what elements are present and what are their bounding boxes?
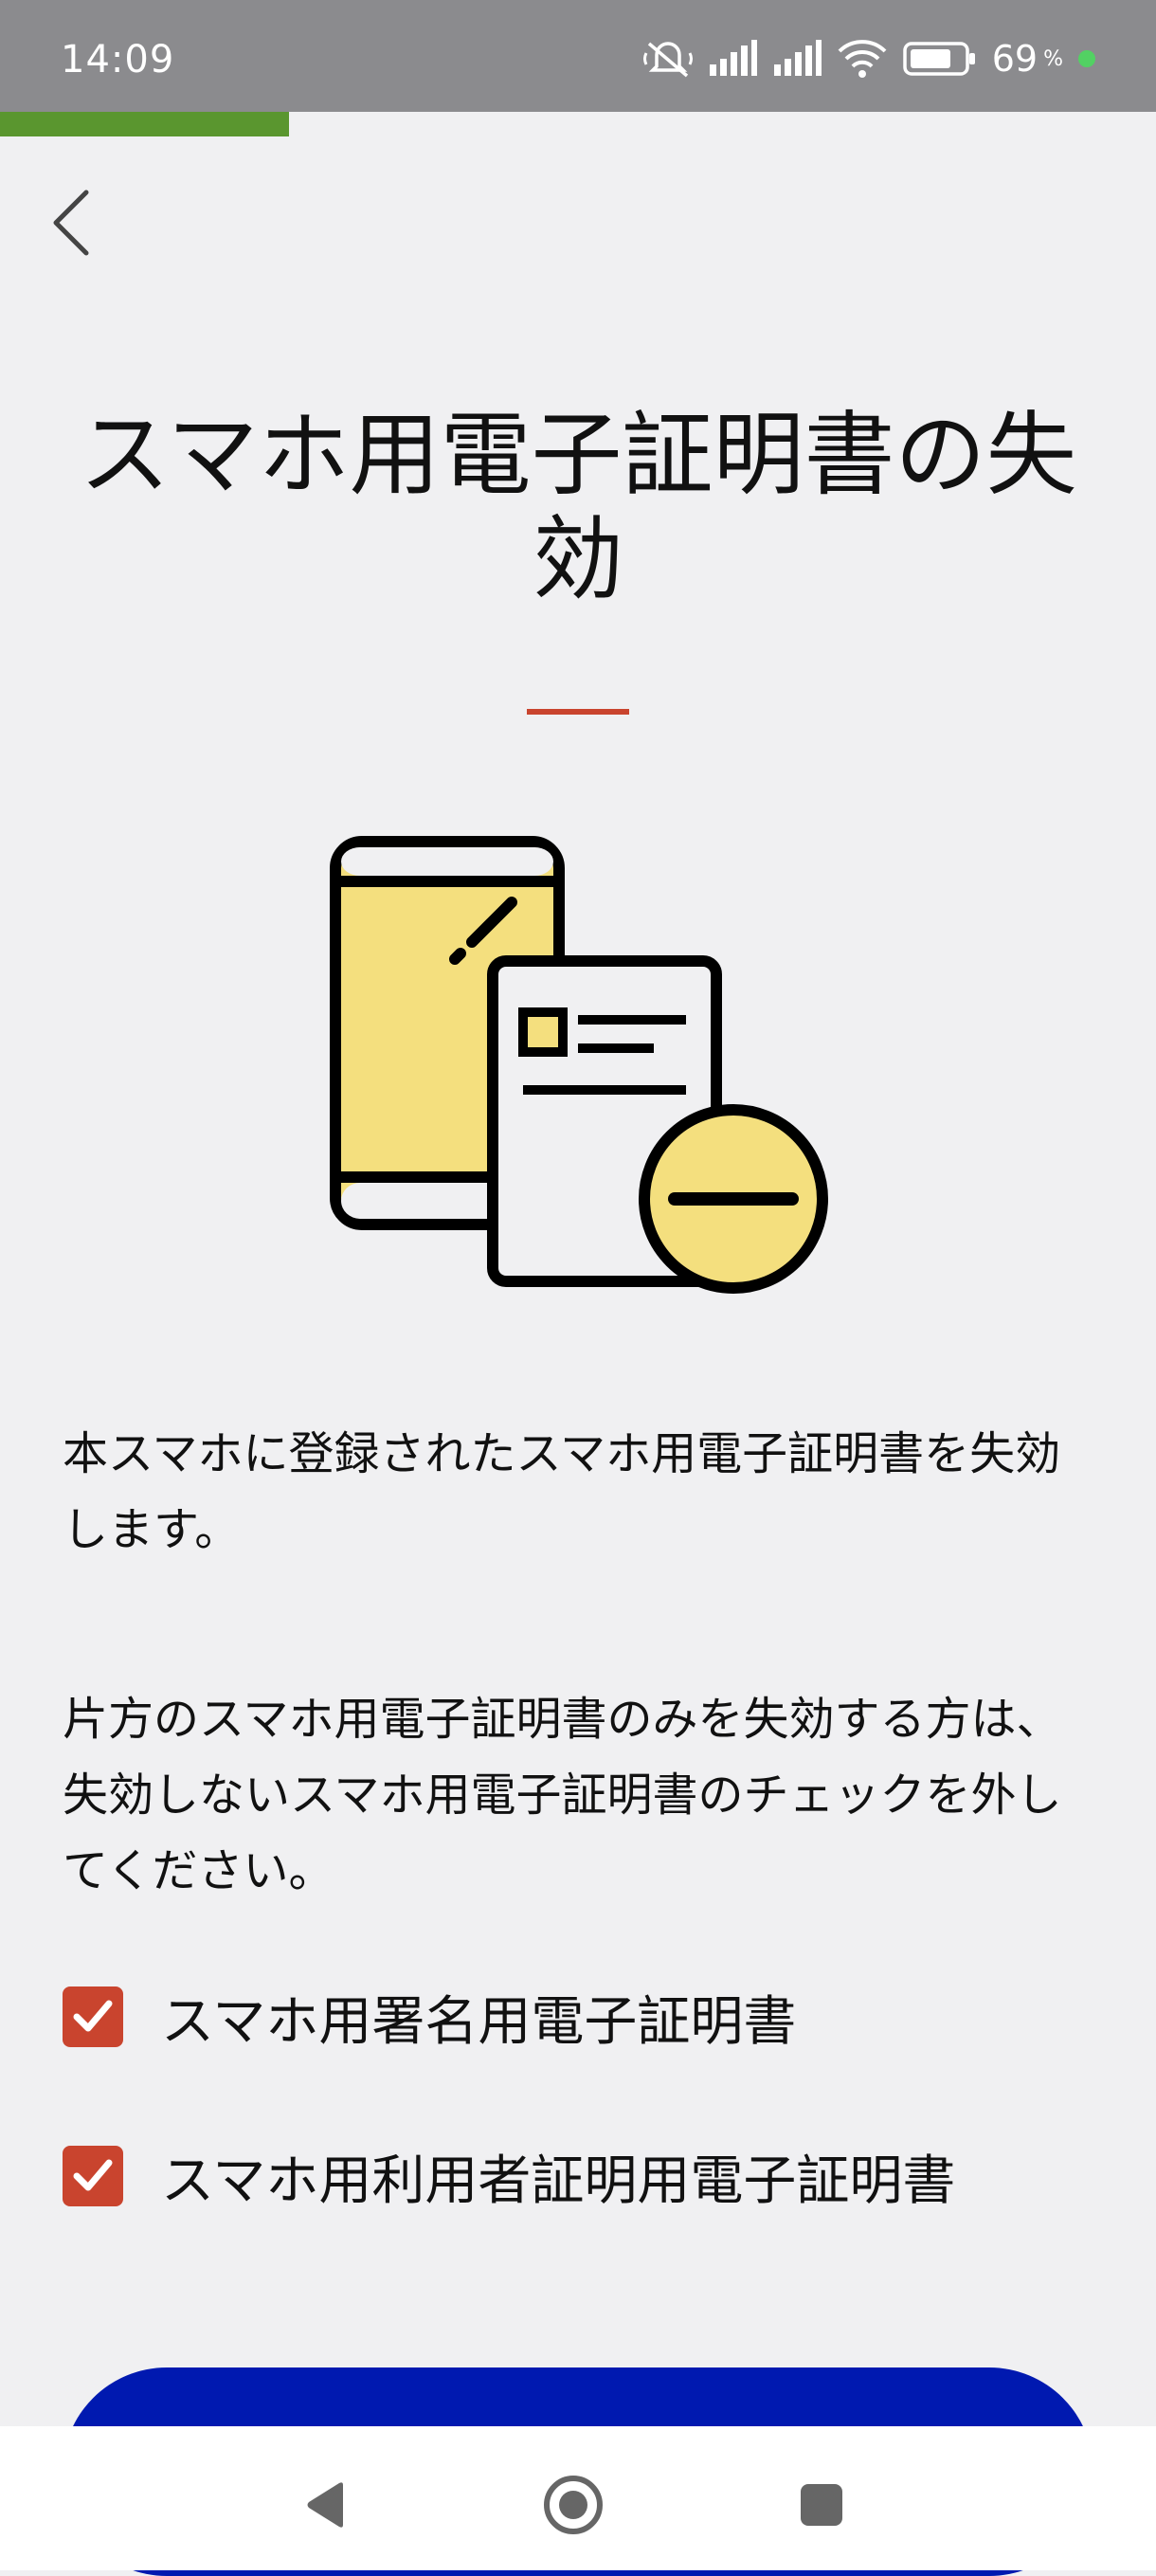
status-icons: 69 %: [642, 38, 1095, 80]
checkbox-checked[interactable]: [63, 2146, 123, 2206]
checkbox-signature-certificate[interactable]: スマホ用署名用電子証明書: [63, 1983, 796, 2053]
progress-bar: [0, 112, 1156, 136]
phone-certificate-revoke-icon: [322, 834, 834, 1308]
instruction-text: 片方のスマホ用電子証明書のみを失効する方は、失効しないスマホ用電子証明書のチェッ…: [63, 1693, 1062, 1897]
status-bar: 14:09 69 %: [0, 0, 1156, 112]
active-dot-icon: [1078, 50, 1095, 67]
progress-fill: [0, 112, 289, 136]
nav-recents-button[interactable]: [779, 2462, 864, 2548]
battery-icon: [902, 41, 977, 77]
chevron-left-icon: [53, 190, 89, 256]
checkmark-icon: [73, 2000, 113, 2032]
description-text: 本スマホに登録されたスマホ用電子証明書を失効します。: [63, 1427, 1061, 1556]
title-underline: [527, 709, 629, 715]
nav-back-icon: [307, 2482, 343, 2528]
status-time: 14:09: [61, 38, 175, 82]
checkbox-user-certificate[interactable]: スマホ用利用者証明用電子証明書: [63, 2142, 955, 2212]
mute-vibrate-icon: [642, 38, 693, 80]
navigation-bar: [0, 2426, 1156, 2570]
nav-recents-icon: [801, 2484, 842, 2526]
checkmark-icon: [73, 2159, 113, 2191]
wifi-icon: [837, 38, 888, 80]
nav-home-button[interactable]: [531, 2462, 616, 2548]
battery-percentage: 69: [991, 38, 1039, 80]
checkbox-label[interactable]: スマホ用利用者証明用電子証明書: [161, 2138, 955, 2215]
battery-unit: %: [1043, 46, 1063, 71]
nav-home-icon: [544, 2476, 603, 2534]
signal-icon: [772, 40, 822, 78]
checkbox-label[interactable]: スマホ用署名用電子証明書: [161, 1979, 796, 2056]
signal-icon: [708, 40, 757, 78]
back-button[interactable]: [28, 180, 114, 265]
page-title: スマホ用電子証明書の失効: [79, 402, 1077, 612]
checkbox-checked[interactable]: [63, 1986, 123, 2047]
nav-back-button[interactable]: [282, 2462, 368, 2548]
